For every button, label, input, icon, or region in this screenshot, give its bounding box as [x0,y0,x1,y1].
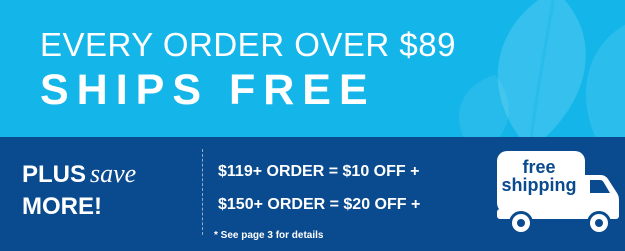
more-text: MORE! [22,193,102,220]
promo-panel: PLUS save MORE! $119+ ORDER = $10 OFF + $… [0,137,625,251]
headline-panel: EVERY ORDER OVER $89 SHIPS FREE [0,0,625,137]
save-text: save [90,159,137,188]
details-note: * See page 3 for details [214,230,324,241]
badge-free-text: free [522,157,556,177]
plus-save-more: PLUS save MORE! [22,161,136,219]
plus-text: PLUS [22,161,87,188]
free-shipping-badge: free shipping [495,147,620,247]
plus-save-line: PLUS save [22,161,136,187]
dashed-divider [202,149,203,235]
badge-text: free shipping [495,157,583,196]
free-shipping-banner: EVERY ORDER OVER $89 SHIPS FREE PLUS save… [0,0,625,251]
offer-line-119: $119+ ORDER = $10 OFF + [218,163,420,180]
headline-order-threshold: EVERY ORDER OVER $89 [40,26,456,63]
badge-shipping-text: shipping [501,175,577,196]
offer-line-150: $150+ ORDER = $20 OFF + [218,196,421,213]
leaf-decoration-icon [458,0,625,137]
headline-ships-free: SHIPS FREE [40,66,376,114]
